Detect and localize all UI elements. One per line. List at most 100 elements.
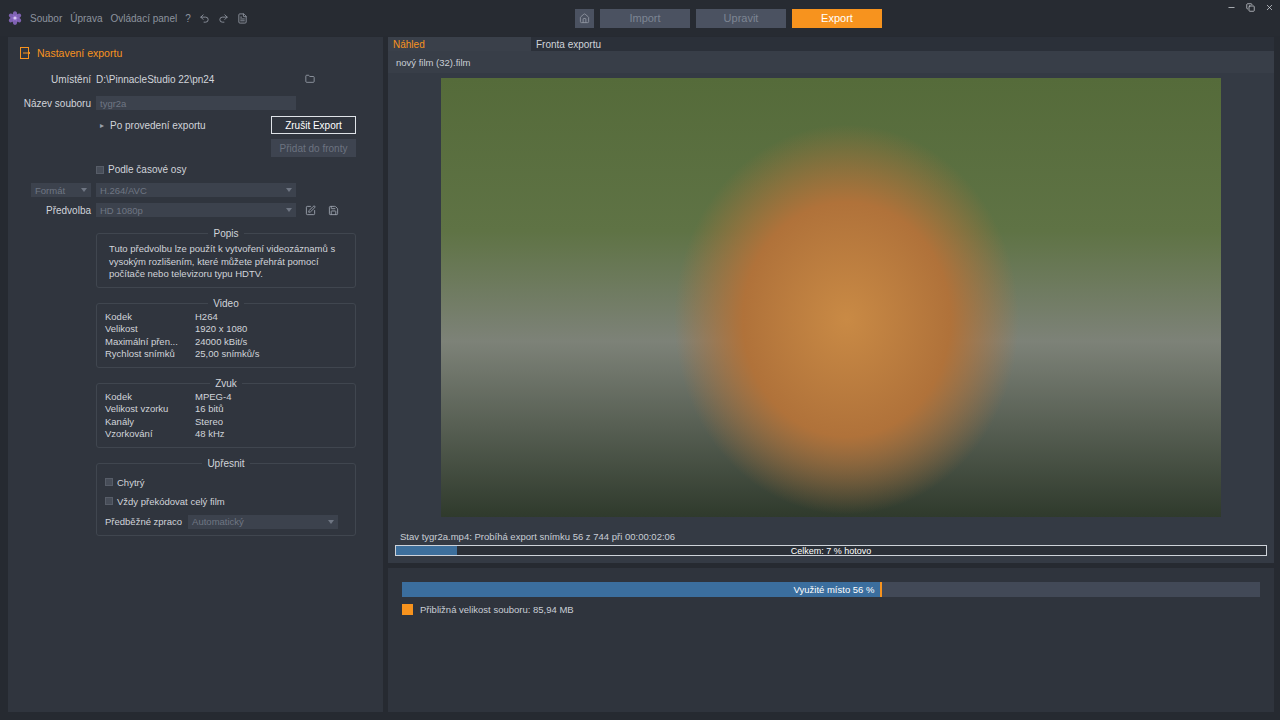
audio-card: Zvuk KodekMPEG-4Velikost vzorku16 bitůKan… xyxy=(96,378,356,448)
top-bar: Soubor Úprava Ovládací panel? Import Upravit… xyxy=(0,0,1280,36)
property-label: Vzorkování xyxy=(105,428,195,441)
checkbox[interactable] xyxy=(96,166,104,174)
checkbox[interactable] xyxy=(105,478,113,486)
preset-select[interactable]: HD 1080p xyxy=(96,203,296,217)
preprocess-row: Předběžné zpracoAutomatický xyxy=(105,515,343,529)
refine-card: Upřesnit Chytrý Vždy překódovat celý film P… xyxy=(96,458,356,536)
edit-preset-icon[interactable] xyxy=(305,205,316,216)
property-value: 24000 kBit/s xyxy=(195,336,343,349)
minimize-icon[interactable] xyxy=(1227,3,1236,12)
panel-header: Nastavení exportu xyxy=(8,45,383,61)
close-icon[interactable] xyxy=(1265,3,1274,12)
property-grid: KodekMPEG-4Velikost vzorku16 bitůKanályS… xyxy=(105,391,343,441)
property-label: Velikost vzorku xyxy=(105,403,195,416)
property-value: Stereo xyxy=(195,416,343,429)
nav-button[interactable]: Export xyxy=(792,9,882,28)
timeline-checkbox[interactable]: Podle časové osy xyxy=(96,164,186,175)
dropdown-arrow-icon xyxy=(286,188,292,192)
progress-fill xyxy=(396,546,457,555)
menu-item[interactable]: Úprava xyxy=(70,13,102,24)
file-name-row: Název souboru tygr2a xyxy=(8,96,383,110)
undo-icon[interactable] xyxy=(199,13,210,24)
pinnacle-export-screen: Soubor Úprava Ovládací panel? Import Upravit… xyxy=(0,0,1280,720)
field-label: Umístění xyxy=(8,74,91,85)
property-label: Kodek xyxy=(105,391,195,404)
location-row: Umístění D:\PinnacleStudio 22\pn24 xyxy=(8,72,383,86)
save-preset-icon[interactable] xyxy=(328,205,339,216)
card-title: Upřesnit xyxy=(202,458,249,469)
property-value: H264 xyxy=(195,311,343,324)
preset-row: Předvolba HD 1080p xyxy=(8,203,383,217)
property-value: 1920 x 1080 xyxy=(195,323,343,336)
restore-icon[interactable] xyxy=(1246,3,1255,12)
nav-button[interactable]: Import xyxy=(600,9,690,28)
workspace: Nastavení exportu Umístění D:\PinnacleStud… xyxy=(0,36,1280,720)
refine-checkbox[interactable]: Vždy překódovat celý film xyxy=(105,496,343,507)
disk-space-fill: Využité místo 56 % xyxy=(402,582,882,597)
preview-frame xyxy=(441,78,1221,517)
description-card: Popis Tuto předvolbu lze použít k vytvoře… xyxy=(96,228,356,288)
help-button[interactable]: ? xyxy=(185,13,191,24)
format-row: Formát H.264/AVC xyxy=(8,183,383,197)
file-name-input[interactable]: tygr2a xyxy=(96,96,296,110)
field-label: Název souboru xyxy=(8,98,91,109)
dropdown-arrow-icon xyxy=(81,188,87,192)
property-value: 25,00 snímků/s xyxy=(195,348,343,361)
dropdown-arrow-icon xyxy=(286,208,292,212)
property-value: 48 kHz xyxy=(195,428,343,441)
property-label: Rychlost snímků xyxy=(105,348,195,361)
refine-checkbox[interactable]: Chytrý xyxy=(105,477,343,488)
property-label: Velikost xyxy=(105,323,195,336)
preview-panel: NáhledFronta exportunový film (32).filmS… xyxy=(388,37,1274,563)
legend: Přibližná velikost souboru: 85,94 MB xyxy=(402,604,1260,615)
card-title: Popis xyxy=(208,228,243,239)
action-area: ▸Po provedení exportu Zrušit Export xyxy=(96,116,356,134)
tab-bar: NáhledFronta exportu xyxy=(388,37,1274,51)
format-type-select[interactable]: Formát xyxy=(31,183,91,197)
description-text: Tuto předvolbu lze použít k vytvoření vi… xyxy=(109,241,343,281)
add-to-queue-button[interactable]: Přidat do fronty xyxy=(271,139,356,157)
menu-bar: Soubor Úprava Ovládací panel? xyxy=(8,11,575,25)
property-value: 16 bitů xyxy=(195,403,343,416)
preview-area xyxy=(388,73,1274,519)
cancel-export-button[interactable]: Zrušit Export xyxy=(271,116,356,134)
property-grid: KodekH264Velikost1920 x 1080Maximální př… xyxy=(105,311,343,361)
preprocess-select[interactable]: Automatický xyxy=(188,515,338,529)
disk-space-bar: Využité místo 56 % xyxy=(402,582,1260,597)
home-button[interactable] xyxy=(575,9,594,28)
codec-select[interactable]: H.264/AVC xyxy=(96,183,296,197)
export-progress-bar: Celkem: 7 % hotovo xyxy=(395,545,1267,556)
checkbox[interactable] xyxy=(105,497,113,505)
field-label: Předvolba xyxy=(8,205,91,216)
pinnacle-logo-icon[interactable] xyxy=(8,11,22,25)
card-title: Zvuk xyxy=(210,378,242,389)
window-controls xyxy=(1227,3,1280,12)
card-title: Video xyxy=(208,298,243,309)
nav-button[interactable]: Upravit xyxy=(696,9,786,28)
property-label: Kanály xyxy=(105,416,195,429)
location-value: D:\PinnacleStudio 22\pn24 xyxy=(96,74,296,85)
tab[interactable]: Náhled xyxy=(388,37,531,51)
property-value: MPEG-4 xyxy=(195,391,343,404)
project-name: nový film (32).film xyxy=(388,51,1274,73)
redo-icon[interactable] xyxy=(218,13,229,24)
menu-item[interactable]: Ovládací panel xyxy=(111,13,178,24)
property-label: Kodek xyxy=(105,311,195,324)
disk-space-panel: Využité místo 56 % Přibližná velikost sou… xyxy=(388,568,1274,712)
menu-item[interactable]: Soubor xyxy=(30,13,62,24)
folder-icon[interactable] xyxy=(305,74,315,84)
export-settings-panel: Nastavení exportu Umístění D:\PinnacleStud… xyxy=(8,37,383,712)
tab[interactable]: Fronta exportu xyxy=(531,37,674,51)
property-label: Maximální přen... xyxy=(105,336,195,349)
timeline-row: Podle časové osy xyxy=(8,164,383,175)
after-export-expander[interactable]: ▸Po provedení exportu xyxy=(96,120,206,131)
legend-swatch xyxy=(402,604,413,615)
home-icon xyxy=(579,13,590,24)
right-column: NáhledFronta exportunový film (32).filmS… xyxy=(388,37,1274,712)
export-icon xyxy=(20,47,31,59)
queue-row: Přidat do fronty xyxy=(8,139,383,157)
main-navigation: Import Upravit Export xyxy=(575,9,882,28)
document-icon[interactable] xyxy=(237,13,248,24)
action-area: Přidat do fronty xyxy=(96,139,356,157)
dropdown-arrow-icon xyxy=(328,520,334,524)
